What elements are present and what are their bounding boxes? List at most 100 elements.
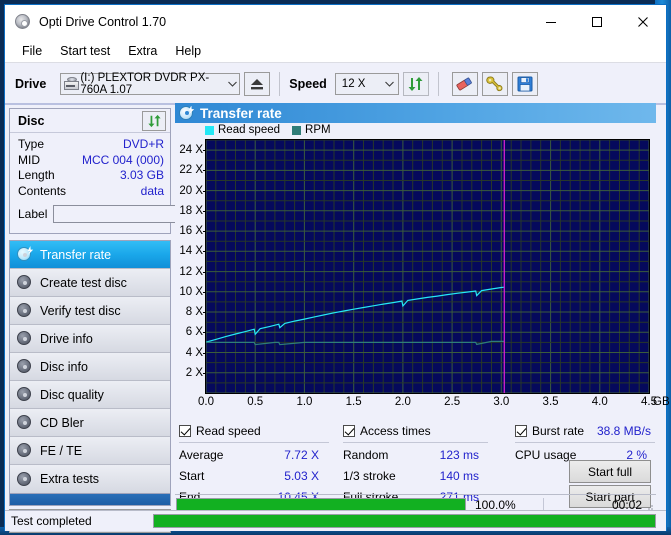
start-full-button[interactable]: Start full — [569, 460, 651, 483]
x-axis-tick-label: 2.5 — [444, 396, 461, 408]
minimize-button[interactable] — [528, 5, 574, 39]
y-axis-tick-label: 6 X — [185, 326, 203, 339]
sidebar-item-verify-test-disc[interactable]: Verify test disc — [10, 297, 170, 325]
sidebar-item-label: Transfer rate — [40, 247, 112, 262]
access-times-checkbox[interactable] — [343, 424, 355, 437]
disc-row-contents-value: data — [140, 183, 164, 198]
burst-rate-checkbox[interactable] — [515, 424, 527, 437]
read-speed-checkbox-row[interactable]: Read speed — [179, 422, 329, 439]
legend-label: Read speed — [218, 124, 281, 136]
disc-test-icon — [16, 442, 33, 459]
disc-test-icon — [16, 386, 33, 403]
app-disc-icon — [15, 14, 31, 30]
drive-icon — [64, 76, 80, 91]
disc-info-header: Disc — [10, 109, 170, 133]
toolbar-separator-2 — [437, 71, 439, 96]
sidebar-item-label: Verify test disc — [40, 303, 121, 318]
window-title: Opti Drive Control 1.70 — [39, 15, 167, 29]
speed-select[interactable]: 12 X — [334, 72, 399, 95]
status-bar-progress-fill — [154, 515, 655, 527]
refresh-drive-button[interactable] — [402, 71, 429, 96]
disc-test-icon — [16, 274, 33, 291]
left-panel: Disc Type DVD+R MID MCC 004 (000) Length… — [9, 108, 255, 533]
x-axis-unit-label: GB — [653, 396, 670, 408]
status-bar-text: Test completed — [11, 514, 92, 528]
erase-disc-button[interactable] — [451, 71, 478, 96]
sidebar-item-drive-info[interactable]: Drive info — [10, 325, 170, 353]
drive-select[interactable]: (I:) PLEXTOR DVDR PX-760A 1.07 — [60, 71, 241, 96]
x-axis-tick-label: 1.5 — [345, 396, 362, 408]
legend-item-rpm: RPM — [292, 124, 331, 136]
burst-rate-checkbox-row[interactable]: Burst rate 38.8 MB/s — [515, 422, 655, 439]
maximize-button[interactable] — [574, 5, 620, 39]
y-axis-tick-label: 16 X — [179, 225, 203, 238]
chevron-down-icon — [226, 74, 240, 94]
transfer-rate-panel: Transfer rate Read speed RPM 2 X 4 X 6 X 8 … — [175, 103, 670, 420]
burst-rate-checkbox-label: Burst rate — [532, 423, 585, 438]
sidebar-filler — [9, 494, 171, 506]
x-axis-tick-label: 2.0 — [394, 396, 411, 408]
disc-row-type: Type DVD+R — [18, 137, 164, 153]
burst-rate-value: 38.8 MB/s — [596, 423, 651, 438]
disc-row-type-key: Type — [18, 137, 45, 151]
disc-row-length: Length 3.03 GB — [18, 168, 164, 184]
save-button[interactable] — [511, 71, 538, 96]
menu-help[interactable]: Help — [166, 42, 210, 60]
start-full-label: Start full — [587, 464, 632, 479]
y-axis-tick-label: 20 X — [179, 184, 203, 197]
access-times-checkbox-row[interactable]: Access times — [343, 422, 488, 439]
close-button[interactable] — [620, 5, 666, 39]
toolbar: Drive (I:) PLEXTOR DVDR PX-760A 1.07 Spe… — [5, 64, 666, 105]
sidebar-item-label: Drive info — [40, 331, 93, 346]
disc-info-box: Disc Type DVD+R MID MCC 004 (000) Length… — [9, 108, 255, 234]
sidebar-nav: Transfer rate Create test disc Verify te… — [9, 240, 171, 494]
eject-button[interactable] — [244, 71, 271, 96]
sidebar-item-label: Disc info — [40, 359, 88, 374]
sidebar-item-disc-quality[interactable]: Disc quality — [10, 381, 170, 409]
stats-panel: Read speed Average 7.72 X Start 5.03 X E… — [175, 418, 656, 513]
sidebar-item-label: Create test disc — [40, 275, 127, 290]
disc-label-key: Label — [18, 207, 48, 221]
sidebar-item-extra-tests[interactable]: Extra tests — [10, 465, 170, 493]
y-axis-tick-label: 12 X — [179, 265, 203, 278]
chart-title-bar: Transfer rate — [175, 103, 656, 123]
legend-swatch — [205, 125, 214, 135]
sidebar-item-disc-info[interactable]: Disc info — [10, 353, 170, 381]
speed-label: Speed — [289, 76, 327, 91]
disc-row-mid: MID MCC 004 (000) — [18, 153, 164, 169]
stat-key: Average — [179, 448, 224, 462]
sidebar-item-transfer-rate[interactable]: Transfer rate — [10, 241, 170, 269]
menu-start-test[interactable]: Start test — [51, 42, 119, 60]
drive-select-value: (I:) PLEXTOR DVDR PX-760A 1.07 — [80, 71, 210, 96]
settings-wrench-button[interactable] — [481, 71, 508, 96]
window-controls — [528, 5, 666, 39]
disc-test-icon — [179, 105, 195, 121]
y-axis-tick-label: 18 X — [179, 204, 203, 217]
menu-file[interactable]: File — [13, 42, 51, 60]
legend-item-read-speed: Read speed — [205, 124, 280, 136]
x-axis-tick-label: 3.5 — [542, 396, 559, 408]
chart-legend: Read speed RPM — [175, 123, 656, 137]
y-axis-tick-label: 10 X — [179, 285, 203, 298]
legend-label: RPM — [305, 124, 331, 136]
plot-svg — [205, 139, 650, 394]
menu-extra[interactable]: Extra — [119, 42, 166, 60]
disc-test-icon — [16, 414, 33, 431]
title-bar: Opti Drive Control 1.70 — [5, 5, 666, 39]
disc-row-mid-key: MID — [18, 152, 40, 167]
speed-select-value: 12 X — [341, 77, 366, 90]
read-speed-checkbox[interactable] — [179, 424, 191, 437]
x-axis-labels: 0.0 0.5 1.0 1.5 2.0 2.5 3.0 3.5 4.0 4.5 GB — [198, 396, 670, 414]
read-speed-checkbox-label: Read speed — [196, 423, 261, 438]
status-bar-progress — [153, 514, 656, 528]
disc-refresh-button[interactable] — [142, 110, 166, 131]
sidebar-item-fe-te[interactable]: FE / TE — [10, 437, 170, 465]
disc-row-length-value: 3.03 GB — [119, 168, 164, 182]
disc-header-label: Disc — [18, 113, 45, 128]
disc-row-mid-value: MCC 004 (000) — [81, 152, 164, 167]
sidebar-item-create-test-disc[interactable]: Create test disc — [10, 269, 170, 297]
divider — [515, 442, 655, 443]
stat-value: 5.03 X — [284, 469, 319, 483]
stat-row-average: Average 7.72 X — [179, 445, 329, 466]
sidebar-item-cd-bler[interactable]: CD Bler — [10, 409, 170, 437]
